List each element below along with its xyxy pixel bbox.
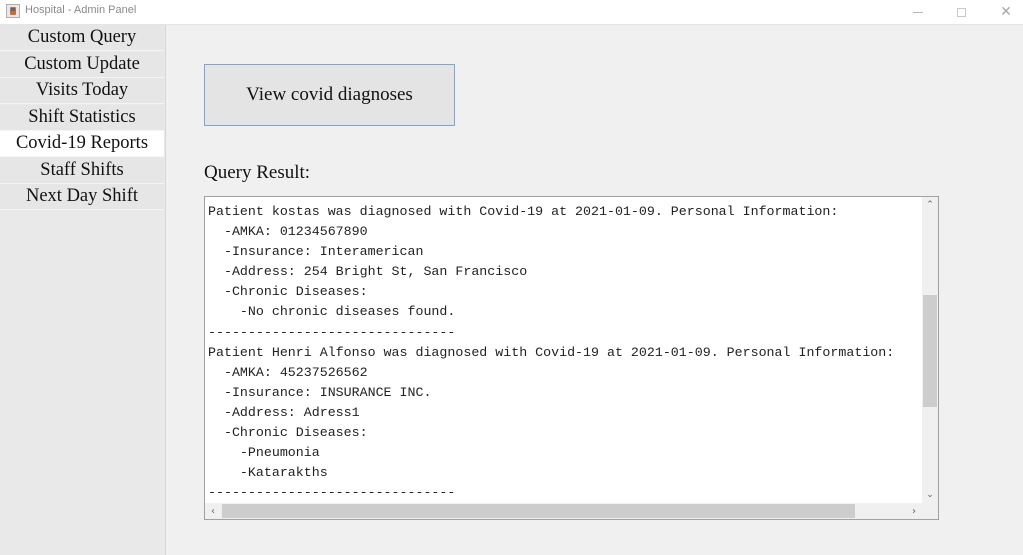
horizontal-scroll-thumb[interactable] <box>222 504 855 518</box>
horizontal-scrollbar[interactable]: ‹ › <box>205 503 938 519</box>
sidebar-item-custom-update[interactable]: Custom Update <box>0 51 164 78</box>
minimize-button[interactable] <box>898 0 938 24</box>
query-result-text: Patient kostas was diagnosed with Covid-… <box>208 202 920 502</box>
close-button[interactable]: ✕ <box>986 0 1023 24</box>
sidebar-item-staff-shifts[interactable]: Staff Shifts <box>0 157 164 184</box>
scroll-left-arrow-icon[interactable]: ‹ <box>205 503 221 519</box>
result-line: Patient kostas was diagnosed with Covid-… <box>208 204 839 219</box>
view-covid-diagnoses-button[interactable]: View covid diagnoses <box>204 64 455 126</box>
result-line: ------------------------------- <box>208 324 456 340</box>
result-line: Patient Henri Alfonso was diagnosed with… <box>208 344 895 360</box>
maximize-icon <box>956 7 966 17</box>
result-line: -Chronic Diseases: <box>208 425 368 441</box>
result-line: -Chronic Diseases: <box>208 284 368 300</box>
window-title: Hospital - Admin Panel <box>25 4 137 16</box>
minimize-icon <box>913 11 923 13</box>
query-result-textarea[interactable]: Patient kostas was diagnosed with Covid-… <box>204 196 939 520</box>
sidebar-nav: Custom Query Custom Update Visits Today … <box>0 25 166 555</box>
scroll-right-arrow-icon[interactable]: › <box>906 503 922 519</box>
vertical-scrollbar[interactable]: ⌃ ⌄ <box>922 197 938 503</box>
vertical-scroll-thumb[interactable] <box>923 295 937 407</box>
result-line: -Insurance: Interamerican <box>208 244 424 260</box>
java-cup-icon <box>6 4 20 18</box>
maximize-button[interactable] <box>941 0 981 24</box>
sidebar-item-shift-statistics[interactable]: Shift Statistics <box>0 104 164 131</box>
sidebar-item-custom-query[interactable]: Custom Query <box>0 25 164 51</box>
result-line: ------------------------------- <box>208 485 456 501</box>
result-line: -No chronic diseases found. <box>208 304 456 320</box>
result-line: -Address: 254 Bright St, San Francisco <box>208 264 528 280</box>
query-result-label: Query Result: <box>204 162 311 183</box>
result-line: -AMKA: 45237526562 <box>208 364 368 380</box>
scroll-down-arrow-icon[interactable]: ⌄ <box>922 487 938 503</box>
app-window: Hospital - Admin Panel ✕ Custom Query Cu… <box>0 0 1023 555</box>
title-bar: Hospital - Admin Panel ✕ <box>0 0 1023 25</box>
sidebar-item-covid-19-reports[interactable]: Covid-19 Reports <box>0 131 164 157</box>
result-line: -AMKA: 01234567890 <box>208 224 368 240</box>
result-line: -Pneumonia <box>208 445 320 461</box>
scroll-up-arrow-icon[interactable]: ⌃ <box>922 197 938 213</box>
result-line: -Insurance: INSURANCE INC. <box>208 384 432 400</box>
sidebar-item-next-day-shift[interactable]: Next Day Shift <box>0 184 164 210</box>
result-line: -Address: Adress1 <box>208 404 360 420</box>
result-line: -Katarakths <box>208 465 328 481</box>
sidebar-item-visits-today[interactable]: Visits Today <box>0 78 164 104</box>
close-icon: ✕ <box>1000 4 1012 20</box>
scroll-corner <box>922 503 938 519</box>
